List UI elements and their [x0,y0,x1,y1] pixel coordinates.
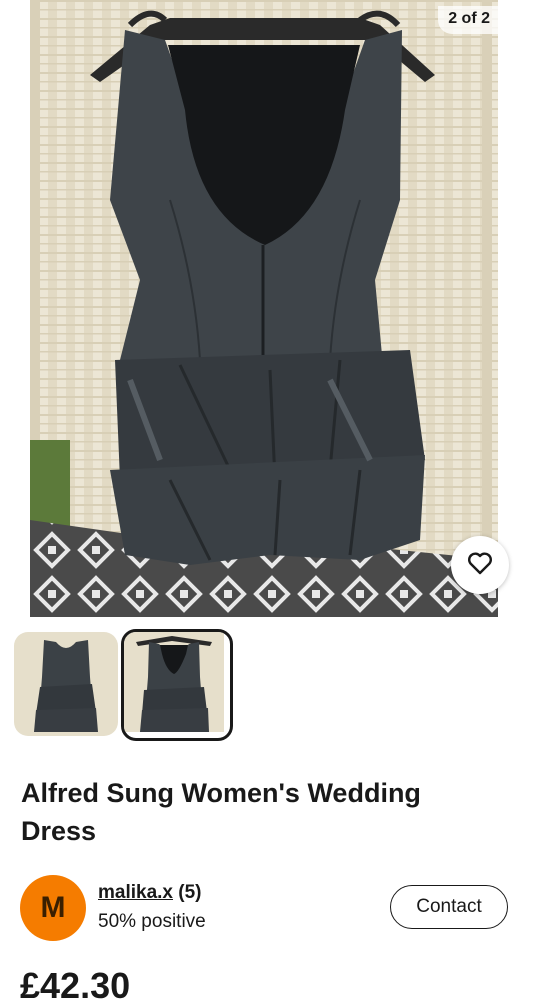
avatar-initial: M [40,891,66,924]
add-to-watchlist-button[interactable] [451,536,509,594]
seller-avatar[interactable]: M [20,875,86,941]
main-product-image[interactable]: 2 of 2 [30,0,498,617]
heart-outline-icon [467,551,493,580]
seller-info: malika.x (5) [98,882,202,904]
image-counter: 2 of 2 [438,6,498,34]
contact-seller-button[interactable]: Contact [390,885,508,929]
thumbnail-1[interactable] [14,632,118,736]
seller-name-link[interactable]: malika.x [98,882,173,903]
seller-positive-feedback: 50% positive [98,911,206,932]
thumbnail-2[interactable] [121,629,233,741]
listing-title: Alfred Sung Women's Wedding Dress [21,778,421,846]
seller-feedback-count: (5) [178,882,202,903]
item-price: £42.30 [20,965,131,1006]
